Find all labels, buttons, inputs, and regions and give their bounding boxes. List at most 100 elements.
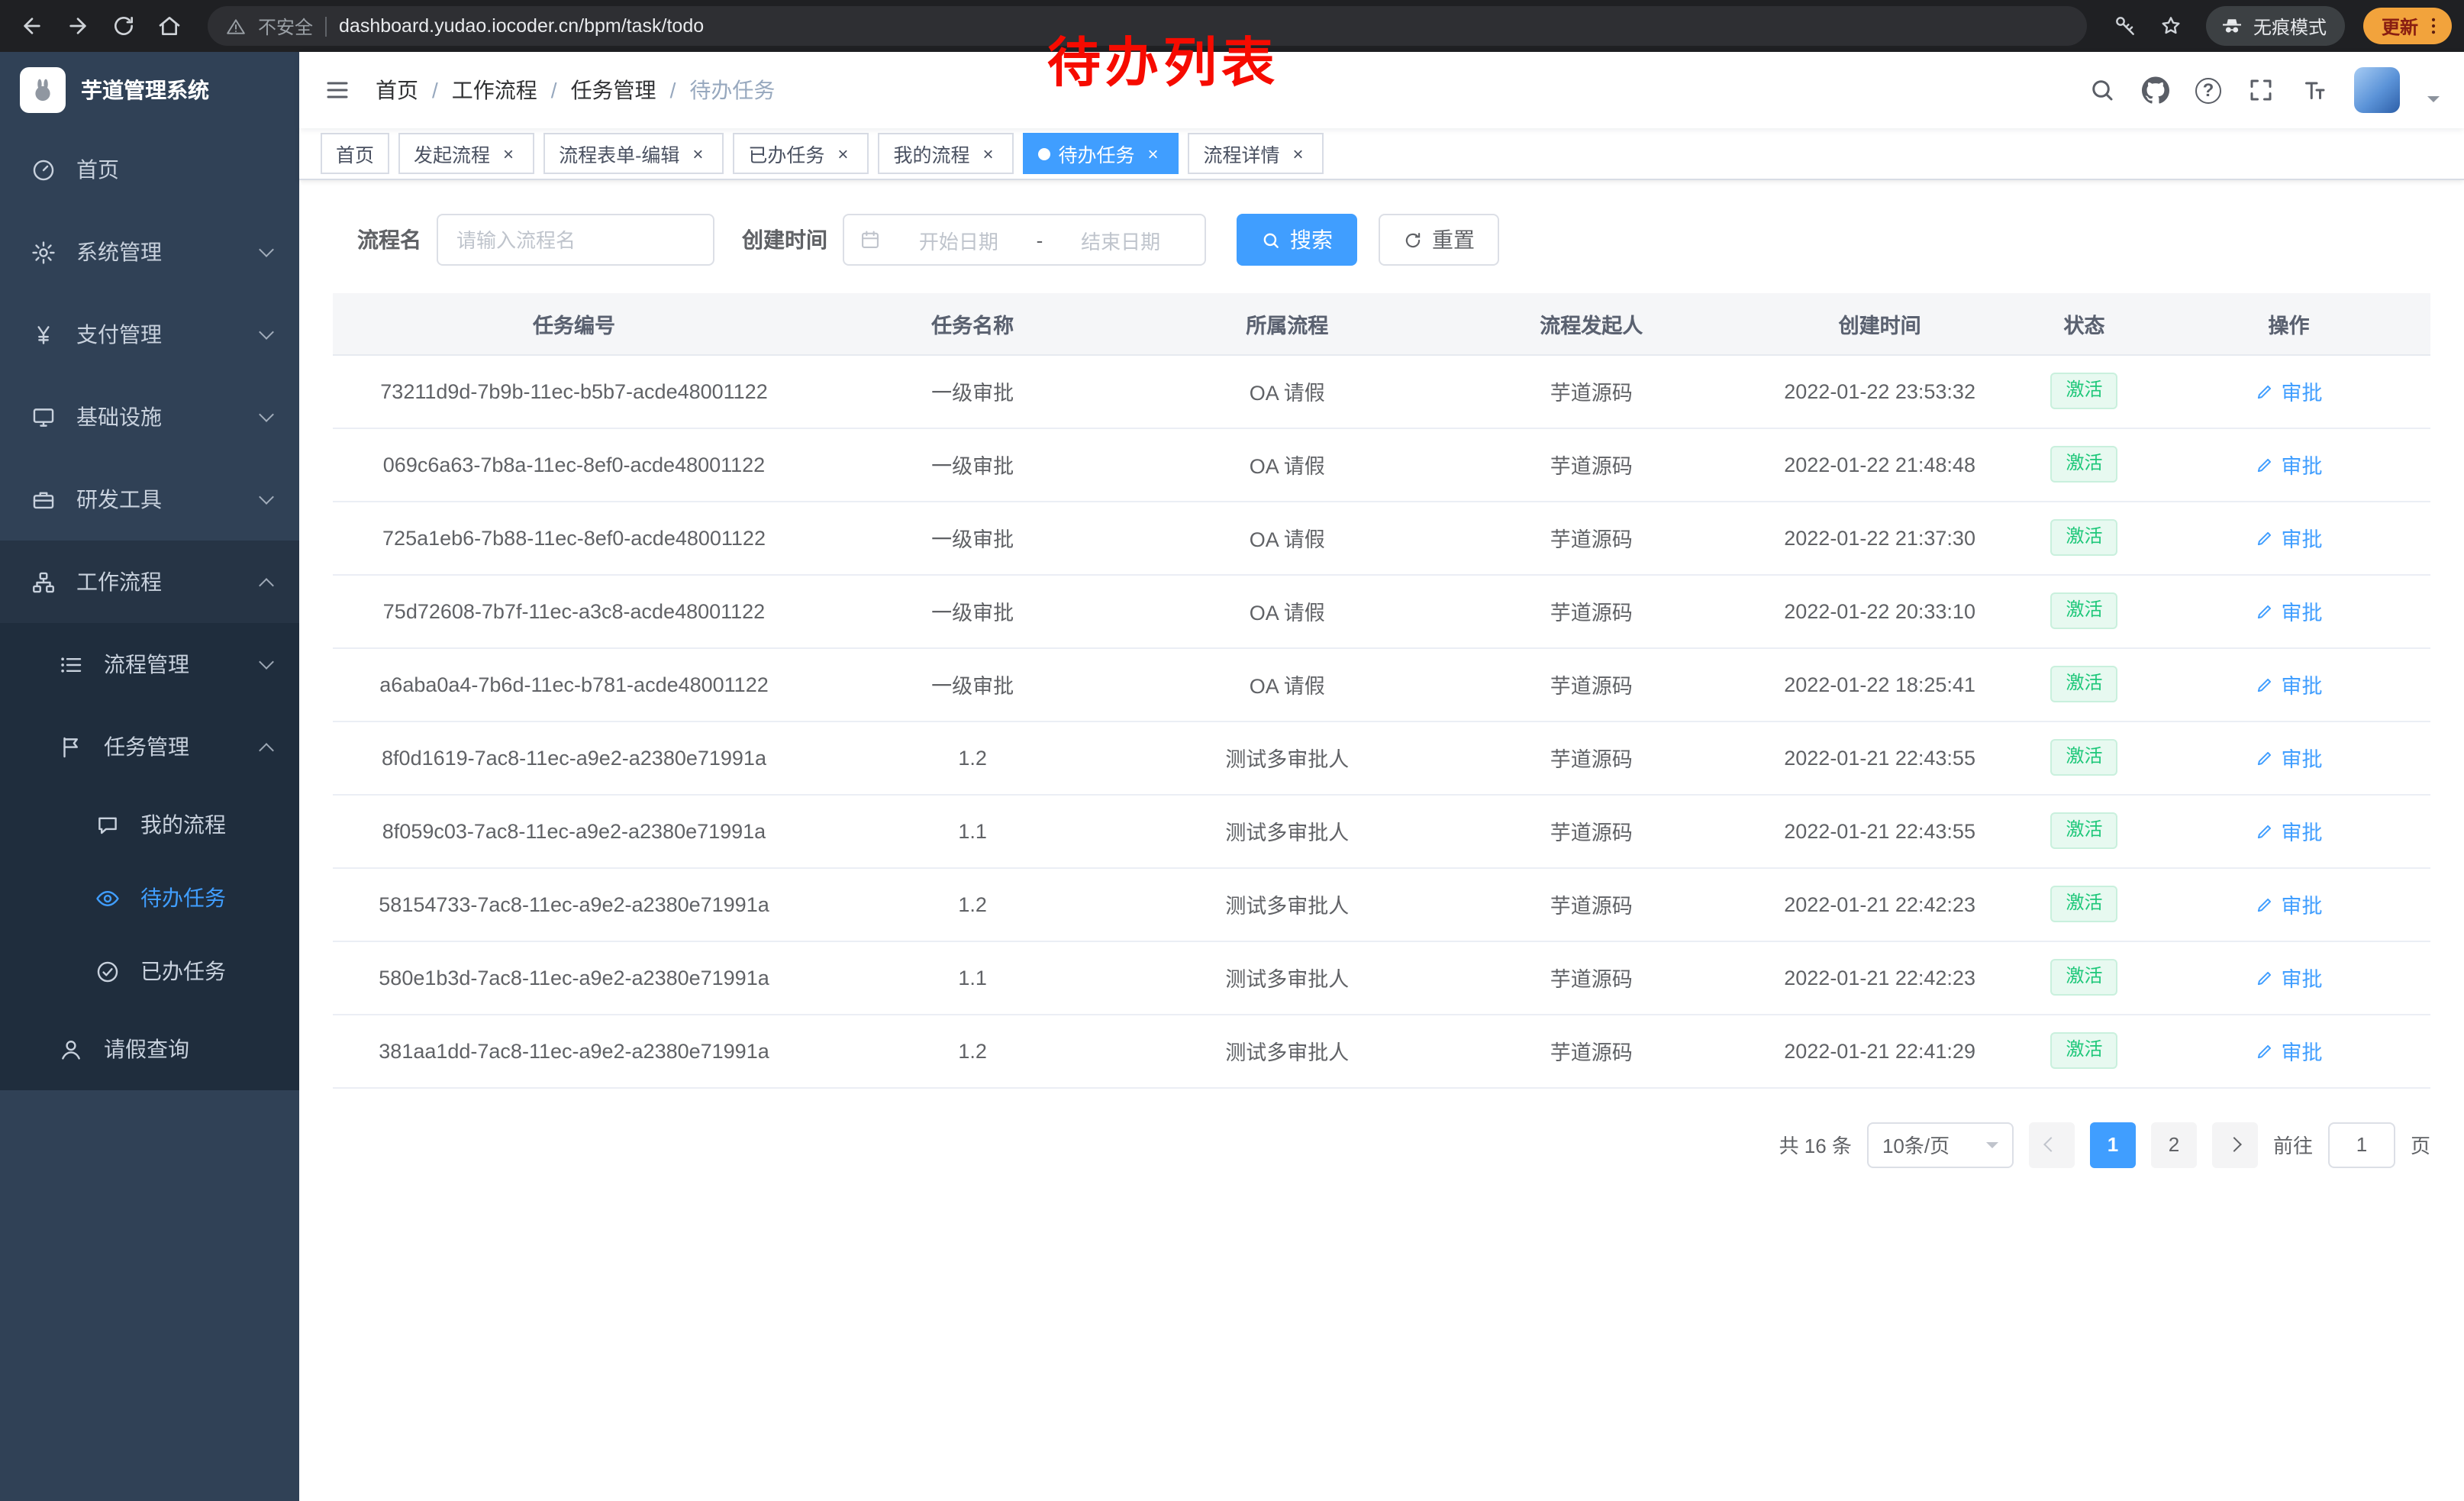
text-size-icon [2301,76,2328,104]
chevron-down-icon [259,489,274,504]
browser-refresh-button[interactable] [104,6,144,46]
start-date-input[interactable]: 开始日期 [890,225,1027,254]
fullscreen-icon [2247,76,2275,104]
bookmark-star-button[interactable] [2151,6,2191,46]
date-range-picker[interactable]: 开始日期 - 结束日期 [843,214,1206,266]
close-icon[interactable] [1143,143,1164,164]
tab-label: 我的流程 [893,139,969,168]
incognito-icon [2220,14,2244,38]
approve-link[interactable]: 审批 [2255,815,2322,846]
date-range-separator: - [1037,228,1043,251]
sidebar-item-process-mgmt[interactable]: 流程管理 [0,623,299,705]
breadcrumb-item-task-mgmt[interactable]: 任务管理 [571,75,656,105]
sidebar-item-todo-task[interactable]: 待办任务 [0,861,299,934]
approve-link[interactable]: 审批 [2255,522,2322,553]
fullscreen-button[interactable] [2247,76,2275,104]
tab-my-process[interactable]: 我的流程 [878,133,1014,174]
chevron-down-icon [259,241,274,257]
approve-link-label: 审批 [2281,522,2322,553]
update-button[interactable]: 更新 [2363,8,2452,44]
close-icon[interactable] [687,143,708,164]
url-text[interactable]: dashboard.yudao.iocoder.cn/bpm/task/todo [339,15,704,37]
task-id: a6aba0a4-7b6d-11ec-b781-acde48001122 [333,647,815,721]
github-button[interactable] [2142,76,2169,104]
sidebar-item-workflow[interactable]: 工作流程 [0,541,299,623]
task-create-time: 2022-01-21 22:42:23 [1738,941,2021,1014]
page-button-2[interactable]: 2 [2151,1122,2197,1167]
help-icon[interactable] [2195,77,2221,103]
breadcrumb-item-home[interactable]: 首页 [376,75,418,105]
sidebar-item-infrastructure[interactable]: 基础设施 [0,376,299,458]
tab-todo-task[interactable]: 待办任务 [1023,133,1179,174]
status-badge: 激活 [2051,446,2118,482]
tab-process-detail[interactable]: 流程详情 [1188,133,1324,174]
approve-link[interactable]: 审批 [2255,449,2322,479]
avatar-caret-icon[interactable] [2427,96,2440,108]
font-size-button[interactable] [2301,76,2328,104]
approve-link[interactable]: 审批 [2255,889,2322,919]
table-row: 8f0d1619-7ac8-11ec-a9e2-a2380e71991a 1.2… [333,721,2430,794]
security-label[interactable]: 不安全 [258,13,313,39]
sidebar-item-task-mgmt[interactable]: 任务管理 [0,705,299,788]
close-icon[interactable] [832,143,853,164]
sidebar-item-leave-query[interactable]: 请假查询 [0,1008,299,1090]
browser-menu-icon[interactable] [2423,15,2444,37]
approve-link[interactable]: 审批 [2255,669,2322,699]
approve-link-label: 审批 [2281,596,2322,626]
task-initiator: 芋道源码 [1444,574,1738,647]
breadcrumb-item-workflow[interactable]: 工作流程 [452,75,537,105]
sidebar-item-label: 任务管理 [104,731,261,762]
approve-link[interactable]: 审批 [2255,1035,2322,1066]
chevron-down-icon [259,406,274,421]
status-badge: 激活 [2051,373,2118,408]
browser-home-button[interactable] [150,6,189,46]
sidebar-item-home[interactable]: 首页 [0,128,299,211]
next-page-button[interactable] [2212,1122,2258,1167]
task-table: 任务编号 任务名称 所属流程 流程发起人 创建时间 状态 操作 73211d9d… [333,293,2430,1088]
close-icon[interactable] [498,143,519,164]
search-submit-button[interactable]: 搜索 [1237,214,1357,266]
password-key-button[interactable] [2105,6,2145,46]
tab-start-process[interactable]: 发起流程 [398,133,534,174]
avatar[interactable] [2354,67,2400,113]
browser-forward-button[interactable] [58,6,98,46]
prev-page-button[interactable] [2029,1122,2075,1167]
end-date-input[interactable]: 结束日期 [1052,225,1189,254]
tab-home[interactable]: 首页 [321,133,389,174]
sidebar-item-done-task[interactable]: 已办任务 [0,934,299,1008]
approve-link[interactable]: 审批 [2255,962,2322,993]
process-name-input[interactable] [437,214,714,266]
sidebar-item-label: 系统管理 [76,237,261,267]
sidebar-item-devtools[interactable]: 研发工具 [0,458,299,541]
tab-done-task[interactable]: 已办任务 [733,133,869,174]
page-button-1[interactable]: 1 [2090,1122,2136,1167]
sidebar-collapse-button[interactable] [324,76,351,104]
approve-link[interactable]: 审批 [2255,376,2322,406]
goto-page-input[interactable] [2328,1122,2395,1167]
table-row: 75d72608-7b7f-11ec-a3c8-acde48001122 一级审… [333,574,2430,647]
task-name: 一级审批 [815,354,1130,428]
page-size-select[interactable]: 10条/页 [1867,1122,2014,1167]
approve-link-label: 审批 [2281,449,2322,479]
task-process: 测试多审批人 [1130,1014,1444,1087]
task-id: 725a1eb6-7b88-11ec-8ef0-acde48001122 [333,501,815,574]
sidebar-item-my-process[interactable]: 我的流程 [0,788,299,861]
browser-back-button[interactable] [12,6,52,46]
approve-link[interactable]: 审批 [2255,596,2322,626]
toolbox-icon [31,486,56,512]
close-icon[interactable] [977,143,998,164]
sidebar-item-system[interactable]: 系统管理 [0,211,299,293]
tab-form-edit[interactable]: 流程表单-编辑 [543,133,724,174]
close-icon[interactable] [1288,143,1309,164]
reset-button[interactable]: 重置 [1379,214,1499,266]
header-task-id: 任务编号 [333,293,815,354]
sidebar-item-payment[interactable]: 支付管理 [0,293,299,376]
task-id: 8f0d1619-7ac8-11ec-a9e2-a2380e71991a [333,721,815,794]
pagination-total: 共 16 条 [1779,1130,1852,1159]
sidebar: 芋道管理系统 首页 系统管理 支付管理 [0,52,299,1501]
search-icon [1261,230,1281,250]
task-initiator: 芋道源码 [1444,721,1738,794]
search-button[interactable] [2088,76,2116,104]
yen-icon [31,321,56,347]
approve-link[interactable]: 审批 [2255,742,2322,773]
